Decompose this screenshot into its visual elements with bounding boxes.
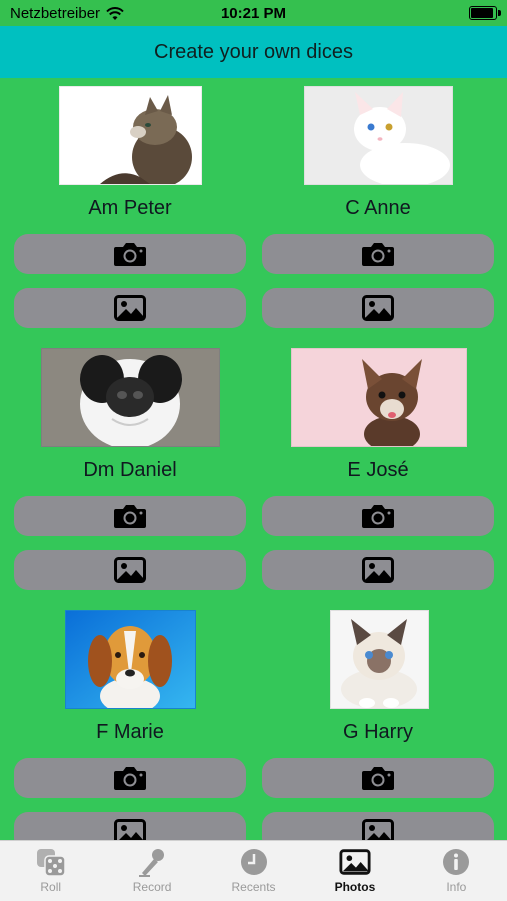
dog-photo-icon bbox=[66, 611, 195, 714]
dog-photo-icon bbox=[42, 349, 219, 449]
camera-icon bbox=[114, 243, 146, 266]
dice-icon bbox=[36, 849, 66, 877]
dice-photo[interactable] bbox=[59, 86, 202, 187]
dice-name: C Anne bbox=[345, 197, 411, 219]
tab-roll[interactable]: Roll bbox=[0, 841, 101, 901]
tab-record[interactable]: Record bbox=[101, 841, 202, 901]
photo-library-icon bbox=[362, 557, 394, 583]
take-photo-button[interactable] bbox=[14, 234, 246, 274]
take-photo-button[interactable] bbox=[262, 496, 494, 536]
dice-photo[interactable] bbox=[65, 610, 196, 714]
photo-library-icon bbox=[114, 295, 146, 321]
microphone-icon bbox=[139, 849, 165, 877]
dice-name: F Marie bbox=[96, 721, 164, 743]
dice-photo[interactable] bbox=[330, 610, 429, 709]
dice-photo[interactable] bbox=[304, 86, 453, 187]
status-bar: Netzbetreiber 10:21 PM bbox=[0, 0, 507, 26]
clock-label: 10:21 PM bbox=[220, 5, 287, 22]
photo-library-icon bbox=[114, 819, 146, 840]
camera-icon bbox=[362, 505, 394, 528]
cat-photo-icon bbox=[331, 611, 428, 709]
camera-icon bbox=[362, 243, 394, 266]
take-photo-button[interactable] bbox=[14, 758, 246, 798]
choose-photo-button[interactable] bbox=[262, 288, 494, 328]
choose-photo-button[interactable] bbox=[14, 288, 246, 328]
take-photo-button[interactable] bbox=[262, 758, 494, 798]
tab-label: Photos bbox=[334, 880, 376, 894]
camera-icon bbox=[114, 505, 146, 528]
page-header: Create your own dices bbox=[0, 26, 507, 78]
dice-photo[interactable] bbox=[291, 348, 467, 452]
choose-photo-button[interactable] bbox=[262, 550, 494, 590]
dice-name: E José bbox=[347, 459, 409, 481]
photo-library-icon bbox=[362, 819, 394, 840]
photo-icon bbox=[339, 849, 371, 875]
dog-photo-icon bbox=[292, 349, 466, 452]
tab-label: Record bbox=[132, 880, 172, 894]
tab-recents[interactable]: Recents bbox=[203, 841, 304, 901]
dice-name: Dm Daniel bbox=[83, 459, 177, 481]
tab-info[interactable]: Info bbox=[406, 841, 507, 901]
choose-photo-button[interactable] bbox=[14, 812, 246, 840]
photo-library-icon bbox=[362, 295, 394, 321]
cat-photo-icon bbox=[305, 87, 452, 187]
take-photo-button[interactable] bbox=[262, 234, 494, 274]
dice-photo[interactable] bbox=[41, 348, 220, 449]
photo-library-icon bbox=[114, 557, 146, 583]
dice-name: G Harry bbox=[343, 721, 413, 743]
cat-photo-icon bbox=[100, 95, 192, 187]
info-icon bbox=[443, 849, 470, 875]
choose-photo-button[interactable] bbox=[14, 550, 246, 590]
choose-photo-button[interactable] bbox=[262, 812, 494, 840]
page-title: Create your own dices bbox=[154, 40, 353, 63]
camera-icon bbox=[114, 767, 146, 790]
dice-name: Am Peter bbox=[88, 197, 172, 219]
tab-photos[interactable]: Photos bbox=[304, 841, 405, 901]
take-photo-button[interactable] bbox=[14, 496, 246, 536]
tab-label: Info bbox=[446, 880, 467, 894]
tab-label: Recents bbox=[231, 880, 276, 894]
tab-label: Roll bbox=[40, 880, 62, 894]
clock-icon bbox=[240, 849, 267, 875]
camera-icon bbox=[362, 767, 394, 790]
tab-bar: Roll Record Recents Photos Info bbox=[0, 840, 507, 901]
battery-icon bbox=[469, 6, 501, 20]
dice-grid: Am Peter C Anne Dm Daniel E José F Marie… bbox=[0, 84, 507, 840]
